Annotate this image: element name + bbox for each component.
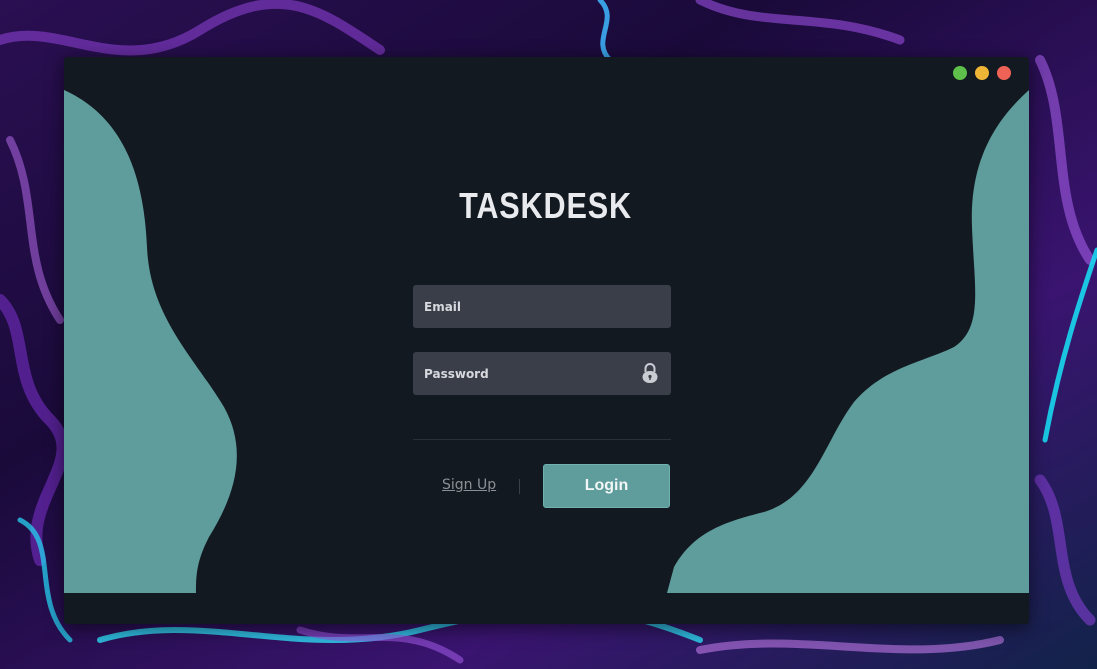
form-divider bbox=[413, 439, 671, 440]
sign-up-link[interactable]: Sign Up bbox=[442, 477, 496, 493]
password-field-container bbox=[413, 352, 671, 395]
email-input[interactable] bbox=[413, 285, 671, 328]
app-window: TASKDESK Sign Up Login bbox=[64, 57, 1029, 624]
decorative-background-shapes bbox=[64, 90, 1029, 593]
window-controls bbox=[953, 66, 1011, 80]
app-logo: TASKDESK bbox=[459, 185, 632, 226]
desktop: TASKDESK Sign Up Login bbox=[0, 0, 1097, 669]
action-separator bbox=[519, 479, 520, 494]
lock-icon[interactable] bbox=[641, 362, 659, 384]
email-field-container bbox=[413, 285, 671, 328]
minimize-dot[interactable] bbox=[975, 66, 989, 80]
login-button[interactable]: Login bbox=[543, 464, 670, 508]
maximize-dot[interactable] bbox=[953, 66, 967, 80]
password-input[interactable] bbox=[413, 352, 671, 395]
close-dot[interactable] bbox=[997, 66, 1011, 80]
window-footer-bar bbox=[64, 593, 1029, 624]
